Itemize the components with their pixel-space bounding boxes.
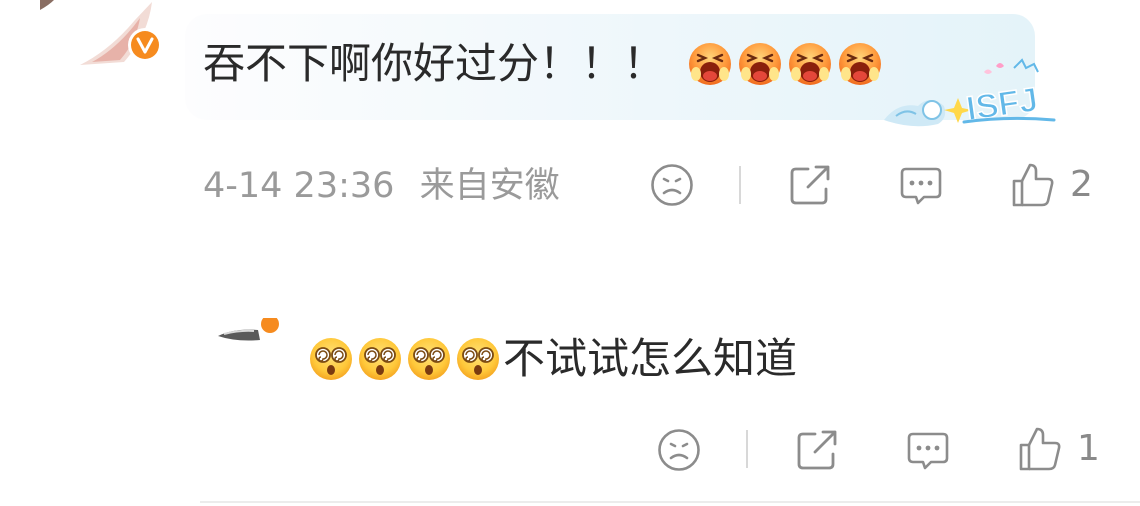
dizzy-eyes-emoji <box>359 338 401 380</box>
location: 来自安徽 <box>419 166 560 206</box>
like-count: 1 <box>1077 428 1100 469</box>
comment-meta: 4-14 23:36 来自安徽 <box>203 163 560 209</box>
comment-text-row: 不试试怎么知道 <box>308 332 797 386</box>
dizzy-eyes-emoji <box>457 338 499 380</box>
thumbs-up-icon <box>1019 427 1061 471</box>
comment-text: 不试试怎么知道 <box>503 334 798 383</box>
comment-text-row: 吞不下啊你好过分！！！ <box>203 36 883 92</box>
dizzy-eyes-emoji <box>310 338 352 380</box>
scream-crying-emoji <box>689 43 732 85</box>
timestamp: 4-14 23:36 <box>203 166 395 206</box>
comment-icon <box>907 432 949 470</box>
share-button[interactable] <box>788 163 834 207</box>
emoji-group <box>687 41 883 87</box>
emoji-group <box>308 336 501 382</box>
comment-button[interactable] <box>898 163 944 209</box>
share-button[interactable] <box>795 428 841 472</box>
scream-crying-emoji <box>739 43 782 85</box>
divider <box>746 430 748 468</box>
thumbs-up-icon <box>1012 163 1054 207</box>
mbti-badge: ISFJ <box>878 58 1058 134</box>
comment-thread: 吞不下啊你好过分！！！ ISFJ 4-14 23:36 来自安徽 2 不试试怎么… <box>0 0 1140 506</box>
verified-v-icon <box>261 315 279 333</box>
divider <box>200 501 1140 503</box>
dislike-button[interactable] <box>656 427 702 473</box>
dizzy-eyes-emoji <box>408 338 450 380</box>
comment-icon <box>900 167 942 205</box>
like-count: 2 <box>1070 164 1093 205</box>
verified-v-icon <box>131 31 159 59</box>
share-icon <box>797 430 837 470</box>
comment-button[interactable] <box>905 428 951 474</box>
scream-crying-emoji <box>839 43 882 85</box>
share-icon <box>790 165 830 205</box>
frown-icon <box>651 164 693 206</box>
dislike-button[interactable] <box>649 162 695 208</box>
avatar[interactable] <box>216 315 280 342</box>
comment-text: 吞不下啊你好过分！！！ <box>203 39 666 88</box>
like-button[interactable]: 1 <box>1017 425 1100 473</box>
like-button[interactable]: 2 <box>1010 161 1093 209</box>
divider <box>739 166 741 204</box>
avatar[interactable] <box>40 0 162 80</box>
frown-icon <box>658 429 700 471</box>
scream-crying-emoji <box>789 43 832 85</box>
